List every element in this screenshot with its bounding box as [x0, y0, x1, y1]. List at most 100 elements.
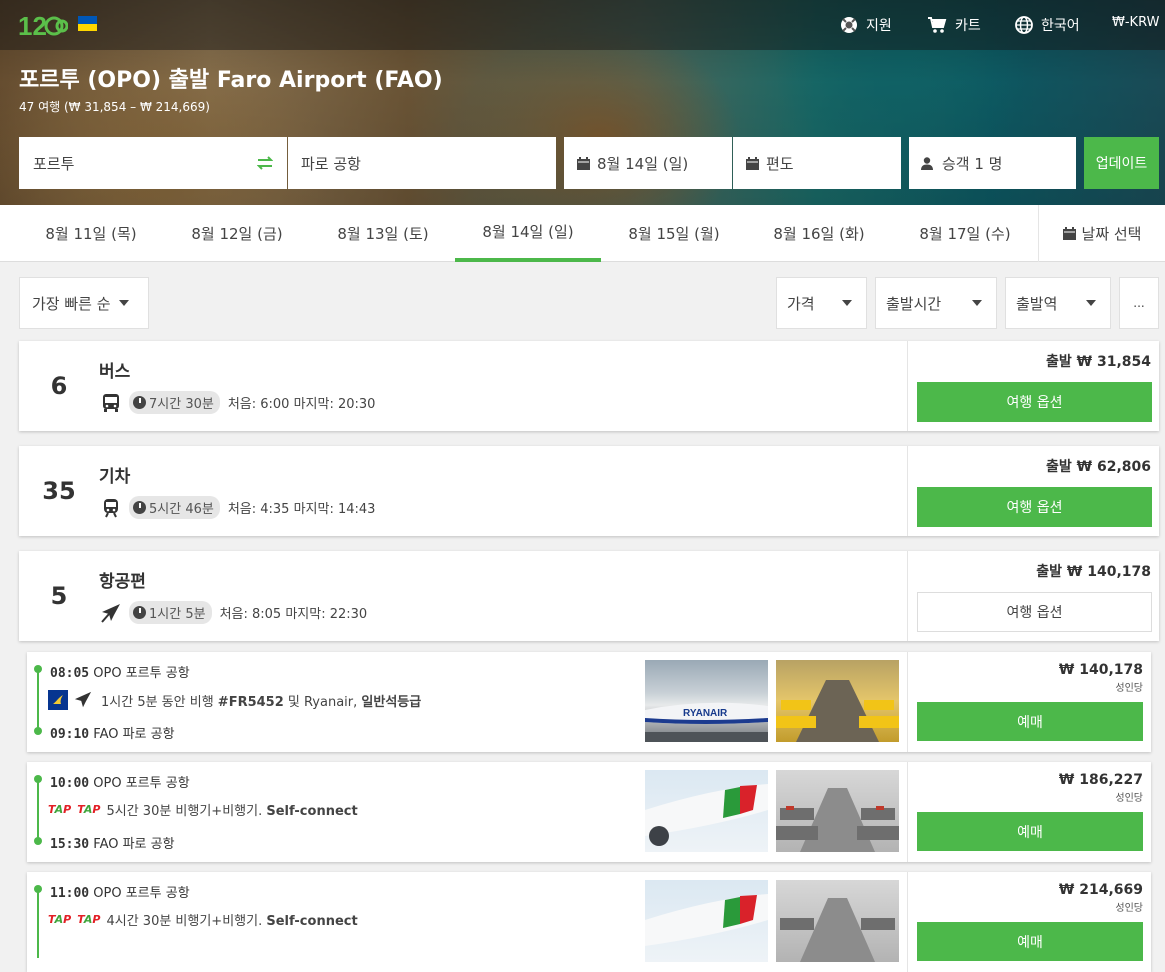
arrival-place: FAO 파로 공항 — [93, 837, 175, 852]
passengers-field[interactable]: 승객 1 명 — [909, 137, 1076, 189]
flight-number: #FR5452 — [217, 694, 284, 710]
date-tab[interactable]: 8월 15일 (월) — [601, 205, 747, 262]
cabin-interior-photo[interactable] — [776, 770, 899, 852]
bus-category-card[interactable]: 6 버스 7시간 30분 처음: 6:00 마지막: 20:30 출발 ₩ 31… — [19, 341, 1159, 431]
site-logo[interactable]: 12 — [18, 8, 69, 42]
price-filter[interactable]: 가격 — [776, 277, 867, 329]
passengers-value: 승객 1 명 — [942, 154, 1003, 173]
date-tabs: 8월 11일 (목) 8월 12일 (금) 8월 13일 (토) 8월 14일 … — [0, 205, 1165, 262]
chevron-down-icon — [972, 300, 982, 306]
tap-logo-icon: TAP — [77, 803, 101, 816]
arrival-time: 09:10 — [50, 727, 90, 742]
first-last-times: 처음: 6:00 마지막: 20:30 — [227, 397, 376, 412]
sort-dropdown[interactable]: 가장 빠른 순 — [19, 277, 149, 329]
date-tab[interactable]: 8월 13일 (토) — [310, 205, 456, 262]
return-value: 편도 — [766, 154, 794, 173]
route-line — [37, 668, 39, 730]
train-category-card[interactable]: 35 기차 5시간 46분 처음: 4:35 마지막: 14:43 출발 ₩ 6… — [19, 446, 1159, 536]
date-value: 8월 14일 (일) — [597, 154, 689, 173]
globe-icon — [1015, 16, 1033, 34]
currency-selector[interactable]: ₩-KRW — [1112, 15, 1159, 30]
trip-count: 6 — [50, 372, 68, 400]
departure-time: 08:05 — [50, 666, 90, 681]
top-navbar — [0, 0, 1165, 50]
clock-icon — [133, 501, 146, 514]
svg-text:RYANAIR: RYANAIR — [683, 708, 728, 719]
date-tab[interactable]: 8월 17일 (수) — [892, 205, 1038, 262]
trip-price: ₩ 140,178 — [1058, 662, 1143, 678]
date-tab[interactable]: 8월 11일 (목) — [18, 205, 164, 262]
support-label: 지원 — [866, 18, 892, 34]
calendar-icon — [746, 156, 759, 170]
date-tab-active[interactable]: 8월 14일 (일) — [455, 205, 601, 262]
from-price: 출발 ₩ 62,806 — [1046, 459, 1151, 475]
per-adult-label: 성인당 — [1115, 683, 1143, 694]
trip-row[interactable]: 11:00 OPO 포르투 공항 TAP TAP 4시간 30분 비행기+비행기… — [27, 872, 1151, 972]
travel-options-button[interactable]: 여행 옵션 — [917, 487, 1152, 527]
departure-time-label: 출발시간 — [886, 294, 942, 313]
book-button[interactable]: 예매 — [917, 702, 1143, 741]
trip-price: ₩ 214,669 — [1058, 882, 1143, 898]
per-adult-label: 성인당 — [1115, 903, 1143, 914]
book-button[interactable]: 예매 — [917, 922, 1143, 961]
departure-station-label: 출발역 — [1016, 294, 1058, 313]
departure-station-filter[interactable]: 출발역 — [1005, 277, 1111, 329]
aircraft-exterior-photo[interactable] — [645, 880, 768, 962]
date-field[interactable]: 8월 14일 (일) — [564, 137, 732, 189]
date-tab[interactable]: 8월 16일 (화) — [746, 205, 892, 262]
destination-field[interactable]: 파로 공항 — [288, 137, 556, 189]
date-tab[interactable]: 8월 12일 (금) — [164, 205, 310, 262]
update-button[interactable]: 업데이트 — [1084, 137, 1159, 189]
date-picker-button[interactable]: 날짜 선택 — [1038, 205, 1165, 262]
trip-row[interactable]: 08:05 OPO 포르투 공항 1시간 5분 동안 비행 #FR5452 및 … — [27, 652, 1151, 752]
origin-field[interactable]: 포르투 — [19, 137, 287, 189]
mode-label: 항공편 — [99, 572, 146, 592]
plane-icon — [74, 691, 92, 708]
travel-options-button[interactable]: 여행 옵션 — [917, 382, 1152, 422]
carrier-text: 및 Ryanair, — [283, 694, 362, 710]
departure-time-filter[interactable]: 출발시간 — [875, 277, 997, 329]
cabin-interior-photo[interactable] — [776, 660, 899, 742]
cart-icon — [928, 17, 947, 33]
mode-label: 기차 — [99, 467, 131, 487]
page-subtitle: 47 여행 (₩ 31,854 – ₩ 214,669) — [19, 100, 210, 114]
clock-icon — [133, 606, 146, 619]
travel-options-button[interactable]: 여행 옵션 — [917, 592, 1152, 632]
route-dot — [34, 837, 42, 845]
destination-value: 파로 공항 — [301, 154, 361, 173]
cart-link[interactable]: 카트 — [927, 15, 981, 35]
duration-text: 1시간 5분 — [149, 607, 206, 622]
route-dot — [34, 665, 42, 673]
return-date-field[interactable]: 편도 — [733, 137, 901, 189]
arrival-place: FAO 파로 공항 — [93, 727, 175, 742]
trip-count: 5 — [50, 582, 68, 610]
trip-row[interactable]: 10:00 OPO 포르투 공항 TAP TAP 5시간 30분 비행기+비행기… — [27, 762, 1151, 862]
more-filters-button[interactable]: ... — [1119, 277, 1159, 329]
clock-icon — [133, 396, 146, 409]
cabin-interior-photo[interactable] — [776, 880, 899, 962]
flight-category-card[interactable]: 5 항공편 1시간 5분 처음: 8:05 마지막: 22:30 출발 ₩ 14… — [19, 551, 1159, 641]
sort-label: 가장 빠른 순 — [32, 294, 111, 313]
fare-class: 일반석등급 — [361, 694, 422, 710]
calendar-icon — [1062, 227, 1076, 240]
per-adult-label: 성인당 — [1115, 793, 1143, 804]
language-selector[interactable]: 한국어 — [1015, 15, 1080, 35]
aircraft-exterior-photo[interactable]: RYANAIR — [645, 660, 768, 742]
support-link[interactable]: 지원 — [840, 15, 892, 35]
duration-badge: 7시간 30분 — [129, 391, 220, 414]
swap-icon[interactable] — [257, 156, 273, 170]
trip-count: 35 — [42, 477, 76, 505]
plane-icon — [101, 603, 120, 623]
route-line — [37, 888, 39, 958]
chevron-down-icon — [1086, 300, 1096, 306]
departure-time: 11:00 — [50, 886, 90, 901]
page-title: 포르투 (OPO) 출발 Faro Airport (FAO) — [19, 68, 443, 93]
aircraft-exterior-photo[interactable] — [645, 770, 768, 852]
tap-logo-icon: TAP — [77, 913, 101, 926]
language-label: 한국어 — [1041, 18, 1080, 34]
book-button[interactable]: 예매 — [917, 812, 1143, 851]
train-icon — [104, 498, 118, 517]
bus-icon — [103, 393, 119, 412]
price-filter-label: 가격 — [787, 294, 815, 313]
route-dot — [34, 727, 42, 735]
